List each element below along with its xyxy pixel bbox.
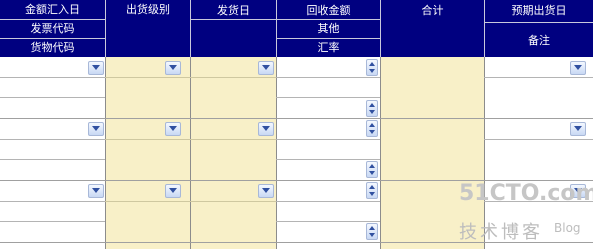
amount-date-select[interactable]	[88, 61, 104, 75]
header-other: 其他	[317, 22, 340, 35]
shipping-level-select[interactable]	[165, 184, 181, 198]
header-exchange-rate: 汇率	[317, 41, 340, 54]
amount-date-select[interactable]	[88, 122, 104, 136]
header-ship-date: 发货日	[217, 4, 250, 17]
shipping-level-select[interactable]	[165, 61, 181, 75]
exchange-rate-spinner[interactable]	[366, 161, 378, 178]
expected-ship-date-select[interactable]	[570, 122, 586, 136]
ship-date-select[interactable]	[258, 61, 274, 75]
expected-ship-date-select[interactable]	[570, 61, 586, 75]
ship-date-select[interactable]	[258, 184, 274, 198]
header-shipping-level: 出货级别	[126, 3, 170, 16]
header-invoice-code: 发票代码	[30, 22, 75, 35]
header-amount-date: 金额汇入日	[25, 3, 80, 16]
recovered-amount-spinner[interactable]	[366, 59, 378, 76]
data-grid: 金额汇入日 发票代码 货物代码 出货级别 发货日 回收金额 其他 汇率 合计 预…	[0, 0, 593, 249]
header-total: 合计	[421, 4, 444, 17]
watermark-blog: Blog	[554, 221, 581, 235]
header-remarks: 备注	[528, 34, 550, 47]
watermark-tagline: 技术博客	[459, 222, 543, 243]
exchange-rate-spinner[interactable]	[366, 223, 378, 240]
ship-date-select[interactable]	[258, 122, 274, 136]
header-expected-ship-date: 预期出货日	[511, 4, 567, 17]
header-recovered-amount: 回收金额	[306, 4, 351, 17]
recovered-amount-spinner[interactable]	[366, 120, 378, 137]
recovered-amount-spinner[interactable]	[366, 182, 378, 199]
amount-date-select[interactable]	[88, 184, 104, 198]
shipping-level-select[interactable]	[165, 122, 181, 136]
watermark-brand: 51CTO.com	[459, 181, 593, 206]
exchange-rate-spinner[interactable]	[366, 100, 378, 117]
header-goods-code: 货物代码	[30, 41, 75, 54]
